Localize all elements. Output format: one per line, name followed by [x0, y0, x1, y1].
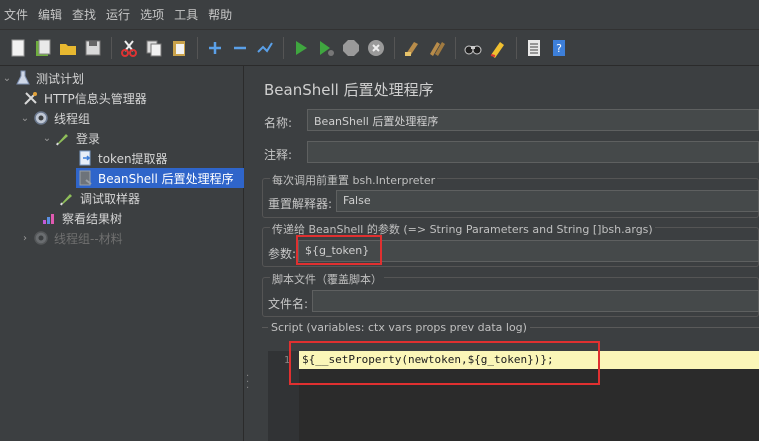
name-field[interactable]: BeanShell 后置处理程序 [307, 109, 759, 131]
shutdown-icon[interactable] [364, 36, 388, 60]
toolbar-separator [455, 36, 456, 59]
tree-node-test-plan[interactable]: ⌄ 测试计划 [0, 68, 84, 88]
copy-icon[interactable] [142, 36, 166, 60]
chevron-down-icon[interactable]: ⌄ [18, 113, 32, 124]
menu-file[interactable]: 文件 [4, 6, 34, 23]
script-section-title: Script (variables: ctx vars props prev d… [268, 321, 530, 334]
svg-text:?: ? [556, 42, 562, 55]
tree-node-debug-sampler[interactable]: 调试取样器 [58, 188, 140, 208]
document-icon [76, 169, 94, 187]
menu-options[interactable]: 选项 [140, 6, 170, 23]
reset-interpreter-field[interactable]: False [336, 190, 759, 212]
tree-node-thread-group[interactable]: ⌄ 线程组 [18, 108, 90, 128]
add-icon[interactable] [203, 36, 227, 60]
help-icon[interactable]: ? [547, 36, 571, 60]
menu-bar: 文件 编辑 查找 运行 选项 工具 帮助 [0, 0, 759, 30]
toolbar-separator [197, 36, 198, 59]
toolbar-separator [111, 36, 112, 59]
save-icon[interactable] [81, 36, 105, 60]
params-label: 参数: [268, 247, 297, 261]
comment-field[interactable] [307, 141, 759, 163]
pipette-icon [54, 129, 72, 147]
tree-node-http-header-manager[interactable]: HTTP信息头管理器 [22, 88, 147, 108]
script-file-section-title: 脚本文件（覆盖脚本） [270, 271, 384, 287]
tree-node-token-extractor[interactable]: token提取器 [76, 148, 168, 168]
menu-search[interactable]: 查找 [72, 6, 102, 23]
gear-icon [32, 109, 50, 127]
test-plan-tree: ⌄ 测试计划 HTTP信息头管理器 ⌄ 线程组 ⌄ 登录 token提取器 Be… [0, 66, 244, 441]
templates-icon[interactable] [31, 36, 55, 60]
clear-icon[interactable] [400, 36, 424, 60]
splitter-grip[interactable]: · · · [246, 372, 250, 394]
tree-node-beanshell-postprocessor[interactable]: BeanShell 后置处理程序 [76, 168, 244, 188]
toolbar-separator [283, 36, 284, 59]
name-label: 名称: [264, 116, 293, 130]
flask-icon [14, 69, 32, 87]
chevron-down-icon[interactable]: ⌄ [0, 73, 14, 84]
highlight-box-script [289, 341, 600, 385]
reset-search-icon[interactable] [486, 36, 510, 60]
clear-all-icon[interactable] [425, 36, 449, 60]
tree-node-view-results-tree[interactable]: 察看结果树 [40, 208, 122, 228]
panel-title: BeanShell 后置处理程序 [264, 81, 434, 99]
toolbar-separator [394, 36, 395, 59]
toggle-icon[interactable] [253, 36, 277, 60]
chart-icon [40, 209, 58, 227]
tree-node-thread-group-disabled[interactable]: › 线程组--材料 [18, 228, 123, 248]
filename-label: 文件名: [268, 297, 309, 311]
toolbar: ? [0, 30, 759, 66]
paste-icon[interactable] [167, 36, 191, 60]
menu-tools[interactable]: 工具 [174, 6, 204, 23]
reset-label: 重置解释器: [268, 197, 333, 211]
function-helper-icon[interactable] [522, 36, 546, 60]
open-icon[interactable] [56, 36, 80, 60]
remove-icon[interactable] [228, 36, 252, 60]
menu-run[interactable]: 运行 [106, 6, 136, 23]
stop-icon[interactable] [339, 36, 363, 60]
menu-help[interactable]: 帮助 [208, 6, 238, 23]
reset-section-title: 每次调用前重置 bsh.Interpreter [270, 172, 438, 188]
start-icon[interactable] [289, 36, 313, 60]
pipette-icon [58, 189, 76, 207]
menu-edit[interactable]: 编辑 [38, 6, 68, 23]
comment-label: 注释: [264, 148, 293, 162]
filename-field[interactable] [312, 290, 759, 312]
chevron-right-icon[interactable]: › [18, 233, 32, 244]
document-arrow-icon [76, 149, 94, 167]
tree-node-login-sampler[interactable]: ⌄ 登录 [40, 128, 100, 148]
toolbar-separator [516, 36, 517, 59]
start-no-pause-icon[interactable] [314, 36, 338, 60]
gear-icon [32, 229, 50, 247]
cut-icon[interactable] [117, 36, 141, 60]
beanshell-config-panel: BeanShell 后置处理程序 名称: BeanShell 后置处理程序 注释… [252, 66, 759, 441]
chevron-down-icon[interactable]: ⌄ [40, 133, 54, 144]
wrench-icon [22, 89, 40, 107]
highlight-box-params [296, 235, 382, 265]
new-icon[interactable] [6, 36, 30, 60]
search-icon[interactable] [461, 36, 485, 60]
